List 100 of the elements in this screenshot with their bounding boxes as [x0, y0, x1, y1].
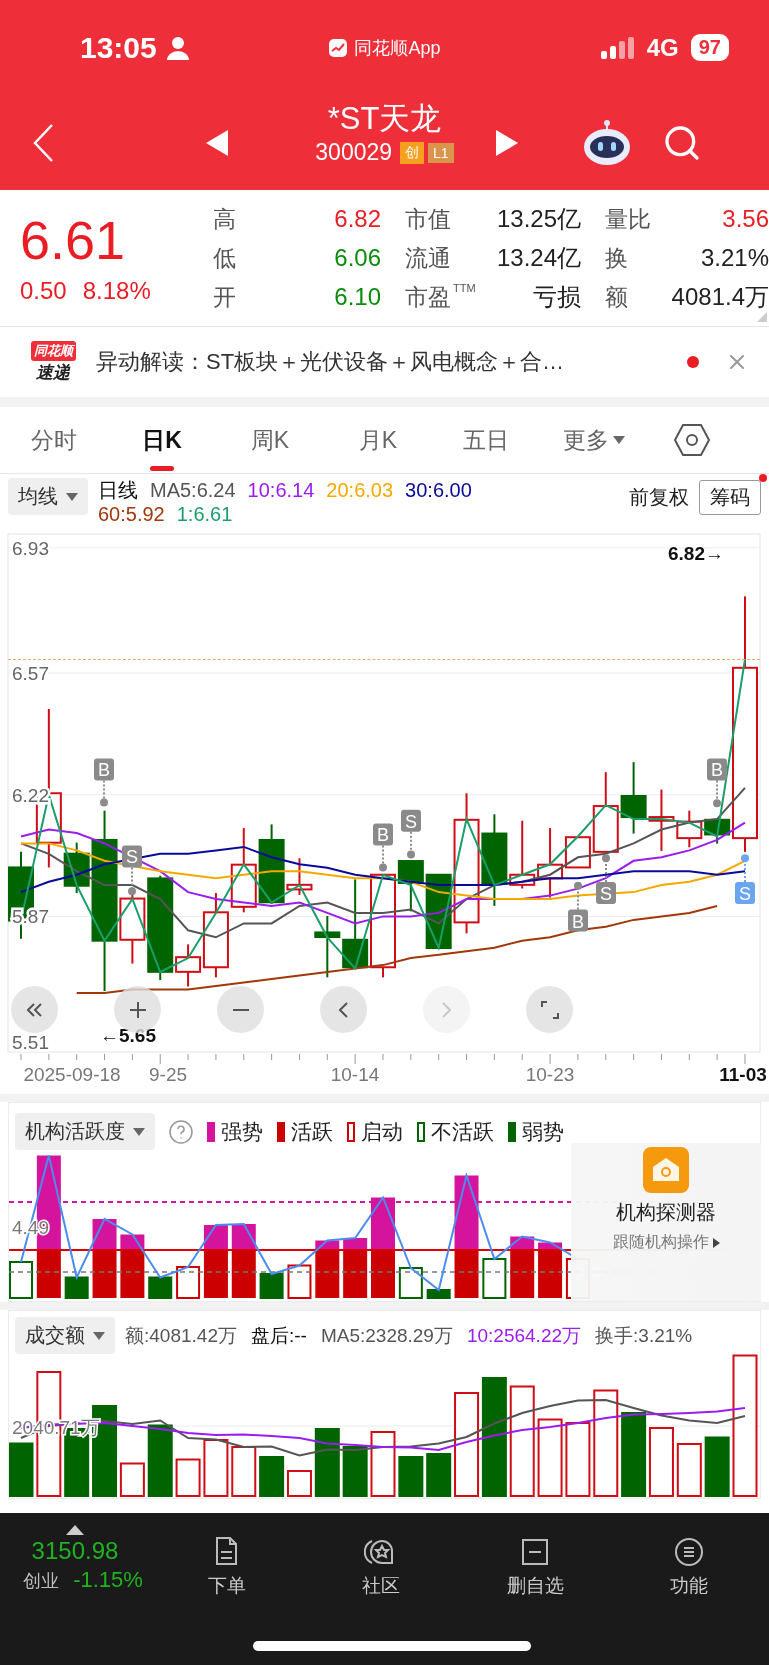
stat-value: 13.24亿 [496, 243, 581, 273]
volume-stat: 10:2564.22万 [466, 1324, 582, 1348]
indicator-dropdown[interactable]: 成交额 [15, 1317, 115, 1354]
nav-item[interactable]: 社区 [304, 1513, 458, 1665]
signal-tag: S [401, 809, 421, 832]
leader-line [128, 866, 136, 896]
leader-line [741, 854, 749, 884]
stat-label: 流通 [405, 243, 451, 273]
chart-tab[interactable]: 更多 [540, 407, 648, 473]
caret-icon [93, 1331, 105, 1340]
app-name: 同花顺App [354, 37, 441, 60]
activity-bar [426, 1289, 451, 1299]
previous-stock-icon[interactable] [206, 129, 228, 156]
date-label: 2025-09-18 [23, 1064, 121, 1086]
caret-icon [712, 1237, 720, 1248]
stat-label: 换 [605, 243, 628, 273]
stat-value: 4081.4万 [671, 282, 769, 312]
stat-label: 低 [213, 243, 236, 273]
caret-icon [133, 1127, 145, 1136]
activity-bar [287, 1264, 312, 1299]
signal-tag: B [568, 909, 588, 932]
moving-average-value: 30:6.00 [405, 478, 472, 502]
activity-bar [176, 1266, 201, 1299]
activity-bar [538, 1242, 563, 1298]
moving-average-value: 20:6.03 [326, 478, 394, 502]
activity-bar [482, 1258, 507, 1299]
battery-level: 97 [690, 34, 729, 61]
index-change: -1.15% [73, 1567, 143, 1593]
signal-tag: B [94, 758, 114, 781]
chips-button[interactable]: 筹码 [699, 480, 761, 515]
index-value: 3150.98 [31, 1537, 119, 1565]
volume-bar [704, 1436, 730, 1497]
moving-average-value: 1:6.61 [176, 502, 233, 526]
moving-average-value: 60:5.92 [98, 502, 165, 526]
axis-label: 6.57 [12, 663, 49, 685]
chart-tab[interactable]: 周K [216, 407, 324, 473]
low-price-label: ←5.65 [100, 1025, 156, 1046]
axis-label: 5.51 [12, 1031, 49, 1053]
indicator-dropdown[interactable]: 机构活跃度 [15, 1113, 155, 1150]
network-label: 4G [646, 33, 679, 62]
activity-bar [343, 1238, 368, 1298]
double-chevron-left-icon [27, 1002, 42, 1017]
price-change: 0.50 [20, 277, 67, 305]
signal-icon [600, 36, 635, 59]
date-label: 9-25 [149, 1064, 187, 1086]
axis-label: 5.87 [12, 906, 49, 928]
stat-value: 6.10 [334, 283, 381, 311]
person-icon [166, 35, 189, 60]
high-price-label: 6.82→ [668, 543, 724, 564]
activity-bar [64, 1276, 89, 1299]
legend-label: 弱势 [522, 1118, 564, 1145]
chart-tab[interactable]: 五日 [432, 407, 540, 473]
detector-title: 机构探测器 [616, 1200, 716, 1225]
chevron-right-icon [442, 1001, 451, 1018]
index-name: 创业 [23, 1570, 60, 1593]
minus-icon [231, 1007, 250, 1012]
indicator-dropdown[interactable]: 均线 [8, 478, 88, 515]
volume-stat: 额:4081.42万 [125, 1324, 237, 1348]
date-label: 10-14 [330, 1064, 380, 1086]
detector-card[interactable]: 机构探测器 跟随机构操作 [571, 1143, 761, 1301]
nav-item[interactable]: 删自选 [458, 1513, 612, 1665]
market-badge: L1 [428, 142, 454, 163]
signal-tag: S [596, 882, 616, 905]
stat-value: 6.82 [334, 205, 381, 233]
leader-line [713, 779, 721, 808]
chart-tab[interactable]: 月K [324, 407, 432, 473]
next-stock-icon[interactable] [496, 129, 518, 156]
candle [314, 914, 341, 979]
volume-bar [314, 1428, 340, 1497]
news-headline[interactable]: 异动解读：ST板块＋光伏设备＋风电概念＋合… [96, 347, 675, 377]
stat-label: 额 [605, 282, 628, 312]
settings-icon[interactable] [674, 423, 710, 457]
back-icon[interactable] [32, 122, 56, 163]
volume-bar [175, 1458, 201, 1497]
signal-tag: B [373, 823, 393, 846]
leader-line [602, 854, 610, 884]
stat-label: 市值 [405, 204, 451, 234]
chart-tab[interactable]: 日K [108, 407, 216, 473]
stat-value: 3.56 [722, 205, 769, 233]
status-time: 13:05 [80, 30, 157, 65]
volume-bar [648, 1427, 674, 1497]
activity-bar [9, 1261, 33, 1299]
corner-icon [757, 312, 767, 322]
legend-label: 启动 [361, 1118, 403, 1145]
nav-item[interactable]: 下单 [150, 1513, 304, 1665]
activity-bar [510, 1236, 535, 1298]
caret-icon [66, 492, 78, 501]
nav-item[interactable]: 功能 [612, 1513, 766, 1665]
adjust-mode[interactable]: 前复权 [629, 484, 689, 511]
menu-icon [672, 1535, 706, 1569]
leader-line [574, 881, 582, 911]
robot-icon[interactable] [582, 118, 632, 167]
percent-change: 8.18% [82, 277, 151, 305]
legend-label: 不活跃 [431, 1118, 494, 1145]
help-icon[interactable] [169, 1119, 193, 1144]
volume-bar [398, 1456, 424, 1497]
stat-value: 亏损 [533, 282, 581, 312]
chart-tab[interactable]: 分时 [0, 407, 108, 473]
moving-average-value: MA5:6.24 [150, 478, 236, 502]
detector-subtitle: 跟随机构操作 [612, 1232, 709, 1252]
